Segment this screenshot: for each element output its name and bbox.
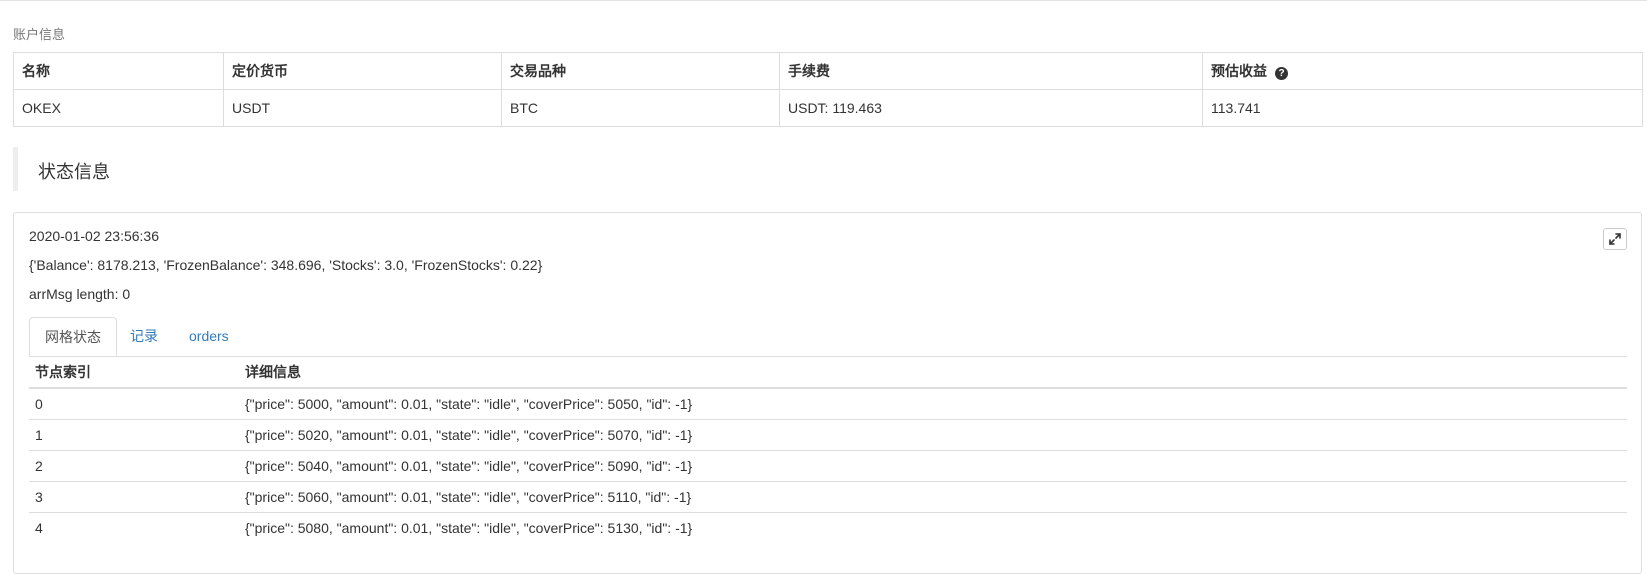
account-info-caption: 账户信息 [13,27,66,42]
tab-records[interactable]: 记录 [115,317,173,356]
column-header-fee: 手续费 [779,52,1203,90]
column-header-details: 详细信息 [239,357,1627,389]
status-info-title: 状态信息 [38,162,110,182]
node-details-cell: {"price": 5040, "amount": 0.01, "state":… [239,450,1627,482]
status-timestamp: 2020-01-02 23:56:36 [29,228,159,244]
column-header-quote-currency: 定价货币 [223,52,502,90]
tab-orders[interactable]: orders [174,317,244,356]
estimated-profit-label: 预估收益 [1211,63,1267,79]
cell-estimated-profit: 113.741 [1202,89,1643,127]
table-row: 3 {"price": 5060, "amount": 0.01, "state… [29,481,1627,513]
node-index-cell: 1 [29,419,239,451]
table-row: 2 {"price": 5040, "amount": 0.01, "state… [29,450,1627,482]
node-index-cell: 3 [29,481,239,513]
node-details-cell: {"price": 5000, "amount": 0.01, "state":… [239,387,1627,420]
status-panel: 2020-01-02 23:56:36 {'Balance': 8178.213… [13,212,1642,574]
cell-exchange-name: OKEX [13,89,224,127]
table-row: 4 {"price": 5080, "amount": 0.01, "state… [29,512,1627,543]
cell-quote-currency: USDT [223,89,502,127]
top-divider [0,0,1647,1]
table-row: 0 {"price": 5000, "amount": 0.01, "state… [29,387,1627,420]
table-row: 1 {"price": 5020, "amount": 0.01, "state… [29,419,1627,451]
grid-header-row: 节点索引 详细信息 [29,357,1627,389]
node-index-cell: 2 [29,450,239,482]
column-header-node-index: 节点索引 [29,357,239,389]
question-circle-icon[interactable]: ? [1275,67,1288,80]
column-header-trading-pair: 交易品种 [501,52,780,90]
grid-status-table: 节点索引 详细信息 0 {"price": 5000, "amount": 0.… [29,357,1627,543]
account-table: 名称 定价货币 交易品种 手续费 预估收益? OKEX USDT BTC USD… [13,52,1643,127]
node-details-cell: {"price": 5080, "amount": 0.01, "state":… [239,512,1627,543]
column-header-name: 名称 [13,52,224,90]
status-info-header: 状态信息 [13,147,1647,191]
tab-grid-status[interactable]: 网格状态 [29,317,117,356]
cell-trading-pair: BTC [501,89,780,127]
node-index-cell: 0 [29,387,239,420]
node-details-cell: {"price": 5060, "amount": 0.01, "state":… [239,481,1627,513]
account-header-row: 名称 定价货币 交易品种 手续费 预估收益? [13,52,1643,90]
expand-button[interactable] [1603,228,1627,250]
balance-info: {'Balance': 8178.213, 'FrozenBalance': 3… [29,257,543,273]
status-tabs: 网格状态 记录 orders [29,317,1627,357]
column-header-estimated-profit: 预估收益? [1202,52,1643,90]
node-details-cell: {"price": 5020, "amount": 0.01, "state":… [239,419,1627,451]
cell-fee: USDT: 119.463 [779,89,1203,127]
node-index-cell: 4 [29,512,239,543]
expand-arrows-icon [1609,233,1621,245]
account-row: OKEX USDT BTC USDT: 119.463 113.741 [13,89,1643,127]
arrmsg-length: arrMsg length: 0 [29,286,131,302]
